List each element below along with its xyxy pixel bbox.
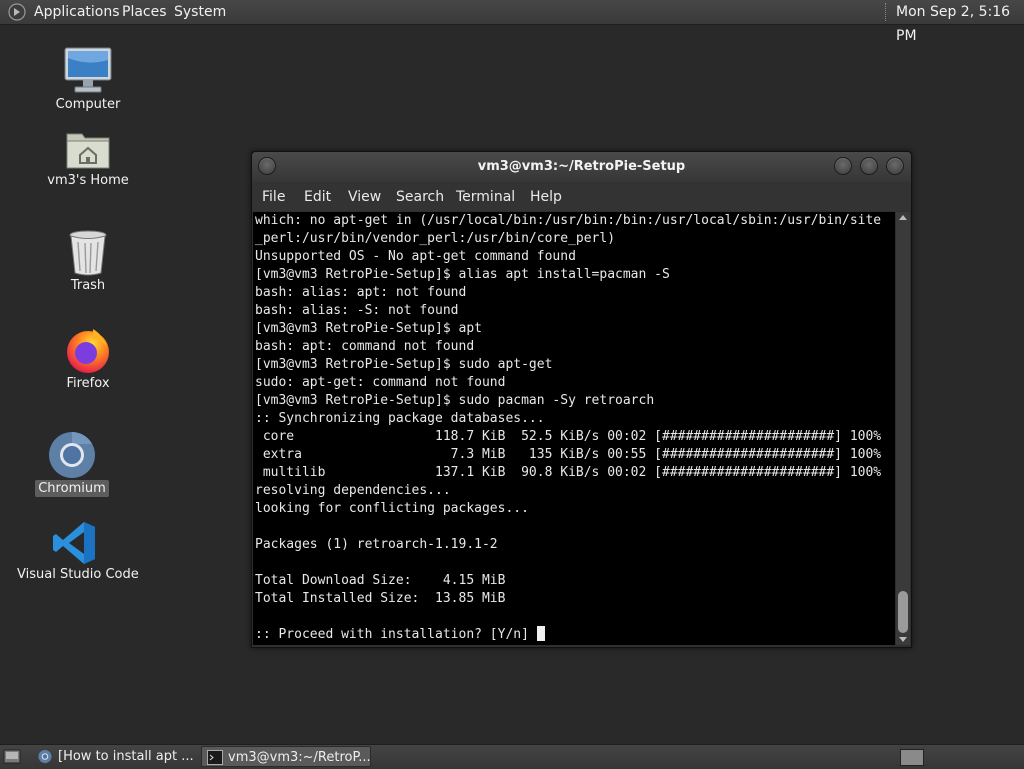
bottom-panel: [How to install apt ... vm3@vm3:~/RetroP…: [0, 744, 1024, 769]
desktop-icon-home[interactable]: vm3's Home: [28, 128, 148, 189]
desktop-icon-firefox[interactable]: Firefox: [28, 325, 148, 392]
panel-separator: [885, 3, 890, 21]
distro-logo-icon[interactable]: [8, 3, 26, 21]
terminal-scrollbar[interactable]: [896, 212, 910, 645]
workspace-switcher[interactable]: [900, 749, 924, 766]
desktop-icon-trash[interactable]: Trash: [28, 229, 148, 294]
desktop-icon-computer[interactable]: Computer: [28, 46, 148, 113]
taskbar-item-chromium[interactable]: [How to install apt ...: [32, 746, 196, 767]
firefox-icon: [67, 329, 109, 373]
menu-view[interactable]: View: [348, 182, 381, 212]
clock[interactable]: Mon Sep 2, 5:16 PM: [896, 0, 1024, 44]
desktop-icon-chromium[interactable]: Chromium: [12, 430, 132, 497]
scroll-up-arrow-icon[interactable]: [899, 215, 907, 220]
places-menu[interactable]: Places: [118, 0, 171, 24]
terminal-line: [vm3@vm3 RetroPie-Setup]$ apt: [255, 321, 482, 336]
terminal-line: bash: alias: apt: not found: [255, 285, 467, 300]
terminal-line: [vm3@vm3 RetroPie-Setup]$ alias apt inst…: [255, 267, 670, 282]
desktop-icon-label: Chromium: [35, 480, 109, 497]
terminal-line: resolving dependencies...: [255, 483, 451, 498]
show-desktop-icon[interactable]: [3, 749, 21, 764]
terminal-line: bash: alias: -S: not found: [255, 303, 459, 318]
system-menu[interactable]: System: [170, 0, 230, 24]
scrollbar-thumb[interactable]: [898, 591, 908, 633]
chromium-icon: [49, 432, 95, 478]
terminal-line: multilib 137.1 KiB 90.8 KiB/s 00:02 [###…: [255, 465, 882, 480]
taskbar-item-label: [How to install apt ...: [58, 749, 194, 764]
desktop-icon-label: Computer: [55, 97, 121, 112]
terminal-line: sudo: apt-get: command not found: [255, 375, 506, 390]
terminal-output[interactable]: which: no apt-get in (/usr/local/bin:/us…: [253, 212, 895, 645]
terminal-line: _perl:/usr/bin/vendor_perl:/usr/bin/core…: [255, 231, 616, 246]
terminal-line: :: Synchronizing package databases...: [255, 411, 545, 426]
window-title: vm3@vm3:~/RetroPie-Setup: [477, 159, 686, 174]
terminal-icon: [207, 750, 223, 765]
chromium-icon: [38, 749, 52, 764]
terminal-window[interactable]: vm3@vm3:~/RetroPie-Setup File Edit View …: [251, 151, 912, 648]
maximize-button[interactable]: [860, 157, 878, 175]
top-panel: Applications Places System Mon Sep 2, 5:…: [0, 0, 1024, 44]
terminal-line: bash: apt: command not found: [255, 339, 475, 354]
terminal-line: [vm3@vm3 RetroPie-Setup]$ sudo apt-get: [255, 357, 553, 372]
desktop-icon-vscode[interactable]: Visual Studio Code: [14, 520, 139, 583]
trash-icon: [69, 230, 107, 276]
terminal-text: which: no apt-get in (/usr/local/bin:/us…: [253, 212, 895, 644]
terminal-line: core 118.7 KiB 52.5 KiB/s 00:02 [#######…: [255, 429, 882, 444]
terminal-line: which: no apt-get in (/usr/local/bin:/us…: [255, 213, 882, 228]
applications-menu[interactable]: Applications: [30, 0, 124, 24]
menu-terminal[interactable]: Terminal: [456, 182, 515, 212]
terminal-line: Unsupported OS - No apt-get command foun…: [255, 249, 576, 264]
menu-file[interactable]: File: [262, 182, 285, 212]
terminal-line: [vm3@vm3 RetroPie-Setup]$ sudo pacman -S…: [255, 393, 655, 408]
scroll-down-arrow-icon[interactable]: [899, 637, 907, 642]
desktop-icon-label: Visual Studio Code: [17, 567, 139, 582]
desktop-icon-label: Firefox: [66, 376, 110, 391]
taskbar-item-label: vm3@vm3:~/RetroP...: [228, 750, 371, 765]
menu-edit[interactable]: Edit: [304, 182, 331, 212]
computer-icon: [64, 47, 112, 93]
terminal-line: :: Proceed with installation? [Y/n]: [255, 627, 537, 642]
vscode-icon: [53, 522, 95, 564]
taskbar-item-terminal[interactable]: vm3@vm3:~/RetroP...: [201, 746, 371, 767]
close-button[interactable]: [886, 157, 904, 175]
terminal-line: Total Installed Size: 13.85 MiB: [255, 591, 506, 606]
menu-help[interactable]: Help: [530, 182, 562, 212]
terminal-line: Packages (1) retroarch-1.19.1-2: [255, 537, 498, 552]
terminal-line: Total Download Size: 4.15 MiB: [255, 573, 506, 588]
menu-search[interactable]: Search: [396, 182, 444, 212]
desktop-icon-label: vm3's Home: [47, 173, 129, 188]
minimize-button[interactable]: [834, 157, 852, 175]
terminal-cursor: [536, 626, 545, 641]
home-folder-icon: [66, 133, 110, 169]
terminal-menubar: File Edit View Search Terminal Help: [252, 182, 911, 211]
terminal-line: extra 7.3 MiB 135 KiB/s 00:55 [#########…: [255, 447, 882, 462]
desktop-icon-label: Trash: [70, 278, 106, 293]
terminal-line: looking for conflicting packages...: [255, 501, 529, 516]
window-titlebar[interactable]: vm3@vm3:~/RetroPie-Setup: [252, 152, 911, 182]
